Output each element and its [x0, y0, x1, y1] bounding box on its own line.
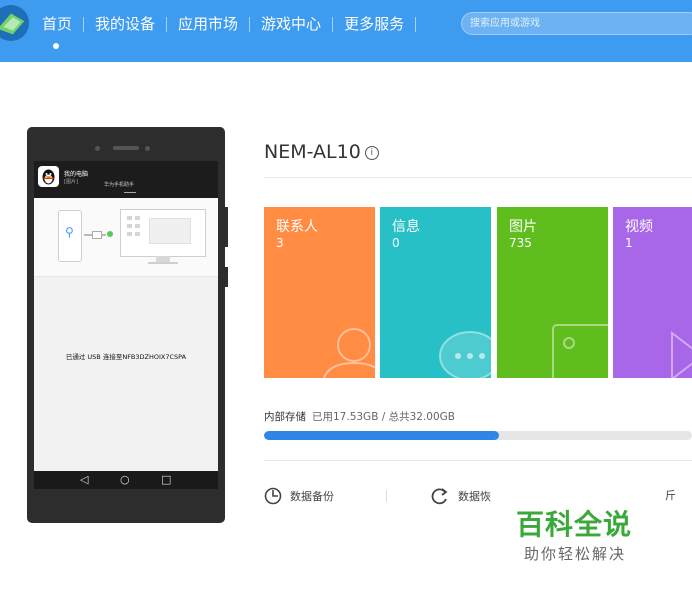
tile-label: 信息	[392, 219, 420, 235]
usb-icon: ⚲	[65, 225, 74, 239]
active-nav-indicator	[53, 43, 59, 49]
phone-preview: 我的电脑 [图片] 华为手机助手 ⚲ 已通过 USB 连接至NFB3DZHOIX…	[27, 127, 228, 523]
monitor-icon-dot	[135, 216, 140, 220]
tile-messages[interactable]: 信息 0	[380, 207, 491, 378]
tile-label: 图片	[509, 219, 537, 235]
tile-count: 0	[392, 236, 400, 250]
phone-sensor	[95, 146, 100, 151]
notification-title: 我的电脑	[64, 171, 89, 178]
storage-progress-bar	[264, 431, 692, 440]
monitor-icon-dot	[135, 224, 140, 228]
home-circle-icon: ○	[120, 473, 130, 486]
nav-my-devices[interactable]: 我的设备	[84, 14, 166, 34]
main-nav: 首页 我的设备 应用市场 游戏中心 更多服务	[42, 14, 417, 34]
tile-count: 735	[509, 236, 532, 250]
nav-more-services[interactable]: 更多服务	[333, 14, 415, 34]
phone-nav-bar: ◁ ○ □	[34, 471, 218, 489]
storage-progress-fill	[264, 431, 499, 440]
qq-penguin-icon	[38, 166, 59, 187]
notification-banner: 我的电脑 [图片] 华为手机助手	[34, 161, 218, 198]
usb-connection-status: 已通过 USB 连接至NFB3DZHOIX7CSPA	[65, 353, 187, 361]
nav-home[interactable]: 首页	[42, 14, 83, 34]
more-action-button[interactable]: 斤	[665, 487, 676, 503]
watermark-subtitle: 助你轻松解决	[524, 545, 627, 563]
phone-side-button	[225, 207, 228, 247]
nav-divider	[415, 16, 417, 32]
phone-side-button	[225, 267, 228, 287]
monitor-graphic	[120, 209, 206, 257]
backup-icon	[264, 487, 282, 505]
notification-subtitle: [图片]	[64, 179, 78, 185]
device-name: NEM-AL10	[264, 141, 361, 163]
usb-plug-graphic	[92, 231, 102, 239]
nav-game-center[interactable]: 游戏中心	[250, 14, 332, 34]
phone-screen: 我的电脑 [图片] 华为手机助手 ⚲ 已通过 USB 连接至NFB3DZHOIX…	[34, 161, 218, 471]
restore-button[interactable]: 数据恢	[430, 487, 491, 505]
tile-contacts[interactable]: 联系人 3	[264, 207, 375, 378]
storage-label: 内部存储	[264, 411, 306, 423]
watermark-title: 百科全说	[516, 508, 633, 541]
chat-icon	[439, 331, 491, 378]
top-bar: 首页 我的设备 应用市场 游戏中心 更多服务 搜索应用或游戏	[0, 0, 692, 62]
tile-label: 联系人	[276, 219, 318, 235]
divider	[264, 177, 692, 178]
tile-label: 视频	[625, 219, 653, 235]
tile-images[interactable]: 图片 735	[497, 207, 608, 378]
image-icon	[552, 324, 608, 378]
notification-app-name: 华为手机助手	[104, 182, 135, 188]
connection-status-dot	[107, 231, 113, 237]
recents-square-icon: □	[161, 473, 172, 486]
notification-handle	[124, 192, 136, 193]
monitor-icon-dot	[127, 232, 132, 236]
phone-camera	[145, 146, 150, 151]
backup-label: 数据备份	[290, 490, 334, 503]
action-divider	[386, 490, 387, 502]
phone-speaker	[113, 146, 139, 150]
monitor-window-graphic	[149, 218, 191, 244]
video-icon	[671, 330, 692, 378]
person-icon	[322, 328, 375, 378]
usb-connection-illustration: ⚲	[34, 198, 218, 277]
monitor-icon-dot	[127, 224, 132, 228]
storage-info: 内部存储 已用17.53GB / 总共32.00GB	[264, 409, 455, 424]
restore-icon	[431, 488, 448, 505]
search-input[interactable]: 搜索应用或游戏	[461, 12, 692, 35]
back-icon: ◁	[80, 473, 89, 486]
tile-videos[interactable]: 视频 1	[613, 207, 692, 378]
device-title: NEM-AL10 i	[264, 141, 379, 163]
app-logo-icon[interactable]	[0, 4, 30, 42]
tile-count: 3	[276, 236, 284, 250]
more-action-label: 斤	[665, 489, 676, 502]
monitor-icon-dot	[127, 216, 132, 220]
tile-count: 1	[625, 236, 633, 250]
monitor-base-graphic	[148, 262, 178, 264]
storage-usage: 已用17.53GB / 总共32.00GB	[312, 411, 456, 423]
divider	[264, 460, 692, 461]
info-icon[interactable]: i	[364, 146, 379, 160]
backup-button[interactable]: 数据备份	[264, 487, 334, 505]
monitor-icon-dot	[135, 232, 140, 236]
nav-app-market[interactable]: 应用市场	[167, 14, 249, 34]
restore-label: 数据恢	[458, 490, 491, 503]
